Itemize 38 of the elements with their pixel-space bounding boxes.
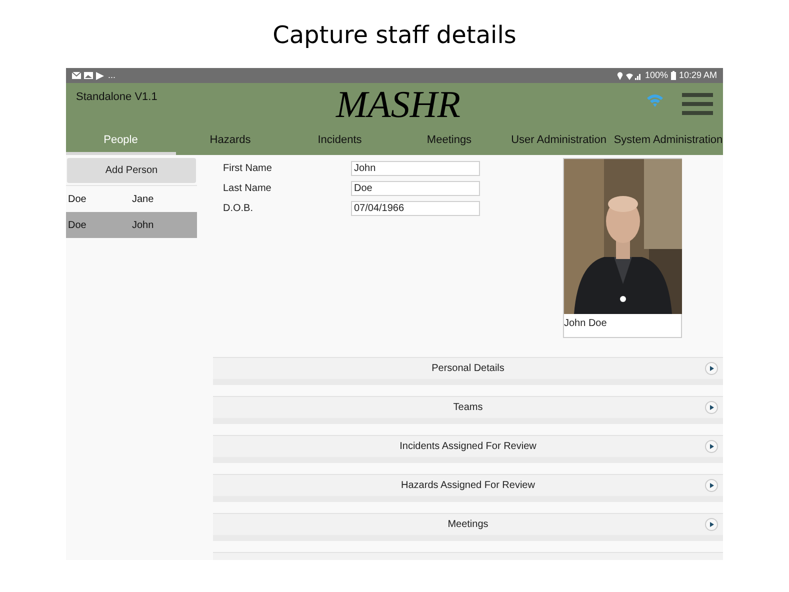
app-logo: MASHR bbox=[336, 85, 461, 125]
nav-tab[interactable]: System Administration bbox=[614, 129, 723, 155]
more-indicator: ... bbox=[108, 68, 116, 82]
section-header[interactable]: Incidents Assigned For Review bbox=[213, 435, 723, 463]
location-icon bbox=[616, 72, 623, 80]
clock-time: 10:29 AM bbox=[678, 68, 717, 82]
add-person-button[interactable]: Add Person bbox=[67, 158, 196, 183]
section-header[interactable]: Meetings bbox=[213, 513, 723, 541]
section-header[interactable]: Personal Details bbox=[213, 357, 723, 385]
first-name-text: John bbox=[132, 218, 154, 232]
nav-tab[interactable]: User Administration bbox=[504, 129, 614, 155]
text-field[interactable]: 07/04/1966 bbox=[351, 201, 480, 216]
text-field[interactable]: John bbox=[351, 161, 480, 176]
field-label: Last Name bbox=[223, 182, 272, 196]
signal-icon bbox=[626, 72, 642, 80]
page-caption: Capture staff details bbox=[272, 20, 516, 50]
last-name-text: Doe bbox=[67, 192, 88, 206]
nav-tab[interactable]: Incidents bbox=[285, 129, 394, 155]
nav-tab[interactable]: Hazards bbox=[176, 129, 285, 155]
battery-percent: 100% bbox=[644, 68, 668, 82]
first-name-text: Jane bbox=[132, 192, 154, 206]
last-name-text: Doe bbox=[67, 218, 88, 232]
wifi-icon bbox=[646, 93, 664, 108]
field-label: D.O.B. bbox=[223, 202, 254, 216]
menu-button[interactable] bbox=[682, 93, 713, 115]
section-header[interactable]: Teams bbox=[213, 396, 723, 424]
section-header[interactable]: Hazards Assigned For Review bbox=[213, 474, 723, 502]
person-row[interactable]: Doe Jane bbox=[66, 186, 197, 212]
field-label: First Name bbox=[223, 162, 273, 176]
person-row[interactable]: Doe John bbox=[66, 212, 197, 238]
nav-tab[interactable]: Meetings bbox=[394, 129, 504, 155]
photo-caption: John Doe bbox=[564, 317, 608, 331]
text-field[interactable]: Doe bbox=[351, 181, 480, 196]
version-label: Standalone V1.1 bbox=[76, 90, 158, 105]
play-icon bbox=[96, 72, 104, 80]
mail-icon bbox=[72, 72, 81, 79]
image-icon bbox=[84, 72, 93, 79]
battery-icon bbox=[670, 71, 676, 80]
